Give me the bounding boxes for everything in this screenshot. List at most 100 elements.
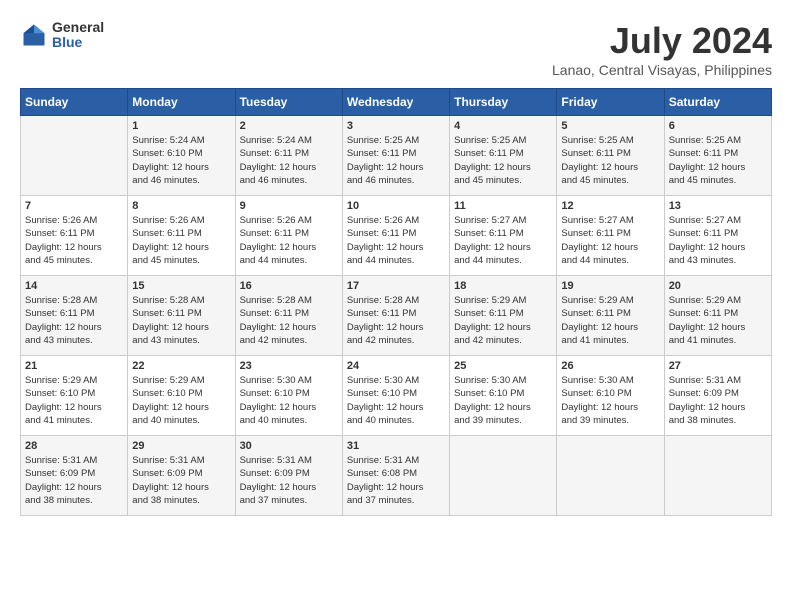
day-number: 23 <box>240 360 338 372</box>
day-info: Sunrise: 5:25 AM Sunset: 6:11 PM Dayligh… <box>669 134 767 187</box>
weekday-header-sunday: Sunday <box>21 89 128 116</box>
day-number: 16 <box>240 280 338 292</box>
day-number: 26 <box>561 360 659 372</box>
day-info: Sunrise: 5:31 AM Sunset: 6:09 PM Dayligh… <box>132 454 230 507</box>
calendar-cell: 25Sunrise: 5:30 AM Sunset: 6:10 PM Dayli… <box>450 356 557 436</box>
day-info: Sunrise: 5:28 AM Sunset: 6:11 PM Dayligh… <box>25 294 123 347</box>
day-number: 22 <box>132 360 230 372</box>
day-info: Sunrise: 5:29 AM Sunset: 6:11 PM Dayligh… <box>561 294 659 347</box>
day-info: Sunrise: 5:25 AM Sunset: 6:11 PM Dayligh… <box>561 134 659 187</box>
weekday-header-monday: Monday <box>128 89 235 116</box>
day-info: Sunrise: 5:30 AM Sunset: 6:10 PM Dayligh… <box>240 374 338 427</box>
calendar-cell: 4Sunrise: 5:25 AM Sunset: 6:11 PM Daylig… <box>450 116 557 196</box>
calendar-cell: 27 Sunrise: 5:31 AM Sunset: 6:09 PM Dayli… <box>664 356 771 436</box>
weekday-header-tuesday: Tuesday <box>235 89 342 116</box>
day-number: 1 <box>132 120 230 132</box>
calendar-cell: 18 Sunrise: 5:29 AM Sunset: 6:11 PM Dayli… <box>450 276 557 356</box>
day-info: Sunrise: 5:26 AM Sunset: 6:11 PM Dayligh… <box>240 214 338 267</box>
day-info: Sunrise: 5:27 AM Sunset: 6:11 PM Dayligh… <box>669 214 767 267</box>
day-number: 8 <box>132 200 230 212</box>
day-info: Sunrise: 5:28 AM Sunset: 6:11 PM Dayligh… <box>132 294 230 347</box>
day-info: Sunrise: 5:31 AM Sunset: 6:09 PM Dayligh… <box>669 374 767 427</box>
day-number: 10 <box>347 200 445 212</box>
calendar-week-3: 21Sunrise: 5:29 AM Sunset: 6:10 PM Dayli… <box>21 356 772 436</box>
calendar-week-2: 14 Sunrise: 5:28 AM Sunset: 6:11 PM Dayli… <box>21 276 772 356</box>
day-info: Sunrise: 5:25 AM Sunset: 6:11 PM Dayligh… <box>454 134 552 187</box>
calendar-cell: 1 Sunrise: 5:24 AM Sunset: 6:10 PM Daylig… <box>128 116 235 196</box>
day-info: Sunrise: 5:28 AM Sunset: 6:11 PM Dayligh… <box>347 294 445 347</box>
day-info: Sunrise: 5:24 AM Sunset: 6:11 PM Dayligh… <box>240 134 338 187</box>
calendar-cell: 5 Sunrise: 5:25 AM Sunset: 6:11 PM Daylig… <box>557 116 664 196</box>
calendar-cell: 13Sunrise: 5:27 AM Sunset: 6:11 PM Dayli… <box>664 196 771 276</box>
day-number: 20 <box>669 280 767 292</box>
day-info: Sunrise: 5:31 AM Sunset: 6:09 PM Dayligh… <box>25 454 123 507</box>
day-info: Sunrise: 5:29 AM Sunset: 6:11 PM Dayligh… <box>669 294 767 347</box>
day-number: 31 <box>347 440 445 452</box>
day-number: 6 <box>669 120 767 132</box>
calendar-cell <box>21 116 128 196</box>
day-info: Sunrise: 5:27 AM Sunset: 6:11 PM Dayligh… <box>454 214 552 267</box>
day-info: Sunrise: 5:30 AM Sunset: 6:10 PM Dayligh… <box>347 374 445 427</box>
day-number: 5 <box>561 120 659 132</box>
day-number: 11 <box>454 200 552 212</box>
calendar-cell <box>450 436 557 516</box>
location-text: Lanao, Central Visayas, Philippines <box>552 62 772 78</box>
calendar-cell: 2 Sunrise: 5:24 AM Sunset: 6:11 PM Daylig… <box>235 116 342 196</box>
calendar-table: SundayMondayTuesdayWednesdayThursdayFrid… <box>20 88 772 516</box>
day-number: 2 <box>240 120 338 132</box>
calendar-week-4: 28 Sunrise: 5:31 AM Sunset: 6:09 PM Dayli… <box>21 436 772 516</box>
day-info: Sunrise: 5:31 AM Sunset: 6:08 PM Dayligh… <box>347 454 445 507</box>
month-title: July 2024 <box>552 20 772 62</box>
weekday-header-friday: Friday <box>557 89 664 116</box>
day-info: Sunrise: 5:29 AM Sunset: 6:11 PM Dayligh… <box>454 294 552 347</box>
day-number: 15 <box>132 280 230 292</box>
day-info: Sunrise: 5:29 AM Sunset: 6:10 PM Dayligh… <box>132 374 230 427</box>
logo-general-text: General <box>52 20 104 35</box>
logo-text: General Blue <box>52 20 104 51</box>
day-number: 18 <box>454 280 552 292</box>
day-number: 14 <box>25 280 123 292</box>
calendar-cell: 15 Sunrise: 5:28 AM Sunset: 6:11 PM Dayli… <box>128 276 235 356</box>
day-info: Sunrise: 5:24 AM Sunset: 6:10 PM Dayligh… <box>132 134 230 187</box>
day-info: Sunrise: 5:30 AM Sunset: 6:10 PM Dayligh… <box>561 374 659 427</box>
calendar-cell: 7Sunrise: 5:26 AM Sunset: 6:11 PM Daylig… <box>21 196 128 276</box>
day-info: Sunrise: 5:27 AM Sunset: 6:11 PM Dayligh… <box>561 214 659 267</box>
weekday-header-saturday: Saturday <box>664 89 771 116</box>
day-number: 12 <box>561 200 659 212</box>
weekday-header-thursday: Thursday <box>450 89 557 116</box>
calendar-cell: 31 Sunrise: 5:31 AM Sunset: 6:08 PM Dayli… <box>342 436 449 516</box>
calendar-cell: 12 Sunrise: 5:27 AM Sunset: 6:11 PM Dayli… <box>557 196 664 276</box>
day-number: 25 <box>454 360 552 372</box>
day-number: 19 <box>561 280 659 292</box>
calendar-cell: 14 Sunrise: 5:28 AM Sunset: 6:11 PM Dayli… <box>21 276 128 356</box>
calendar-cell <box>557 436 664 516</box>
day-number: 29 <box>132 440 230 452</box>
calendar-cell: 30Sunrise: 5:31 AM Sunset: 6:09 PM Dayli… <box>235 436 342 516</box>
day-info: Sunrise: 5:26 AM Sunset: 6:11 PM Dayligh… <box>347 214 445 267</box>
title-area: July 2024 Lanao, Central Visayas, Philip… <box>552 20 772 78</box>
day-number: 30 <box>240 440 338 452</box>
calendar-cell: 23 Sunrise: 5:30 AM Sunset: 6:10 PM Dayli… <box>235 356 342 436</box>
weekday-header-wednesday: Wednesday <box>342 89 449 116</box>
day-number: 28 <box>25 440 123 452</box>
calendar-cell: 20 Sunrise: 5:29 AM Sunset: 6:11 PM Dayli… <box>664 276 771 356</box>
calendar-cell: 11 Sunrise: 5:27 AM Sunset: 6:11 PM Dayli… <box>450 196 557 276</box>
day-number: 27 <box>669 360 767 372</box>
logo-icon <box>20 21 48 49</box>
calendar-cell: 17Sunrise: 5:28 AM Sunset: 6:11 PM Dayli… <box>342 276 449 356</box>
calendar-cell: 8Sunrise: 5:26 AM Sunset: 6:11 PM Daylig… <box>128 196 235 276</box>
calendar-cell: 26 Sunrise: 5:30 AM Sunset: 6:10 PM Dayli… <box>557 356 664 436</box>
day-number: 3 <box>347 120 445 132</box>
day-info: Sunrise: 5:25 AM Sunset: 6:11 PM Dayligh… <box>347 134 445 187</box>
day-info: Sunrise: 5:29 AM Sunset: 6:10 PM Dayligh… <box>25 374 123 427</box>
calendar-cell: 10 Sunrise: 5:26 AM Sunset: 6:11 PM Dayli… <box>342 196 449 276</box>
page-header: General Blue July 2024 Lanao, Central Vi… <box>20 20 772 78</box>
calendar-cell: 19 Sunrise: 5:29 AM Sunset: 6:11 PM Dayli… <box>557 276 664 356</box>
calendar-body: 1 Sunrise: 5:24 AM Sunset: 6:10 PM Daylig… <box>21 116 772 516</box>
day-number: 9 <box>240 200 338 212</box>
calendar-cell: 16Sunrise: 5:28 AM Sunset: 6:11 PM Dayli… <box>235 276 342 356</box>
calendar-week-1: 7Sunrise: 5:26 AM Sunset: 6:11 PM Daylig… <box>21 196 772 276</box>
calendar-week-0: 1 Sunrise: 5:24 AM Sunset: 6:10 PM Daylig… <box>21 116 772 196</box>
calendar-cell: 9 Sunrise: 5:26 AM Sunset: 6:11 PM Daylig… <box>235 196 342 276</box>
day-number: 24 <box>347 360 445 372</box>
